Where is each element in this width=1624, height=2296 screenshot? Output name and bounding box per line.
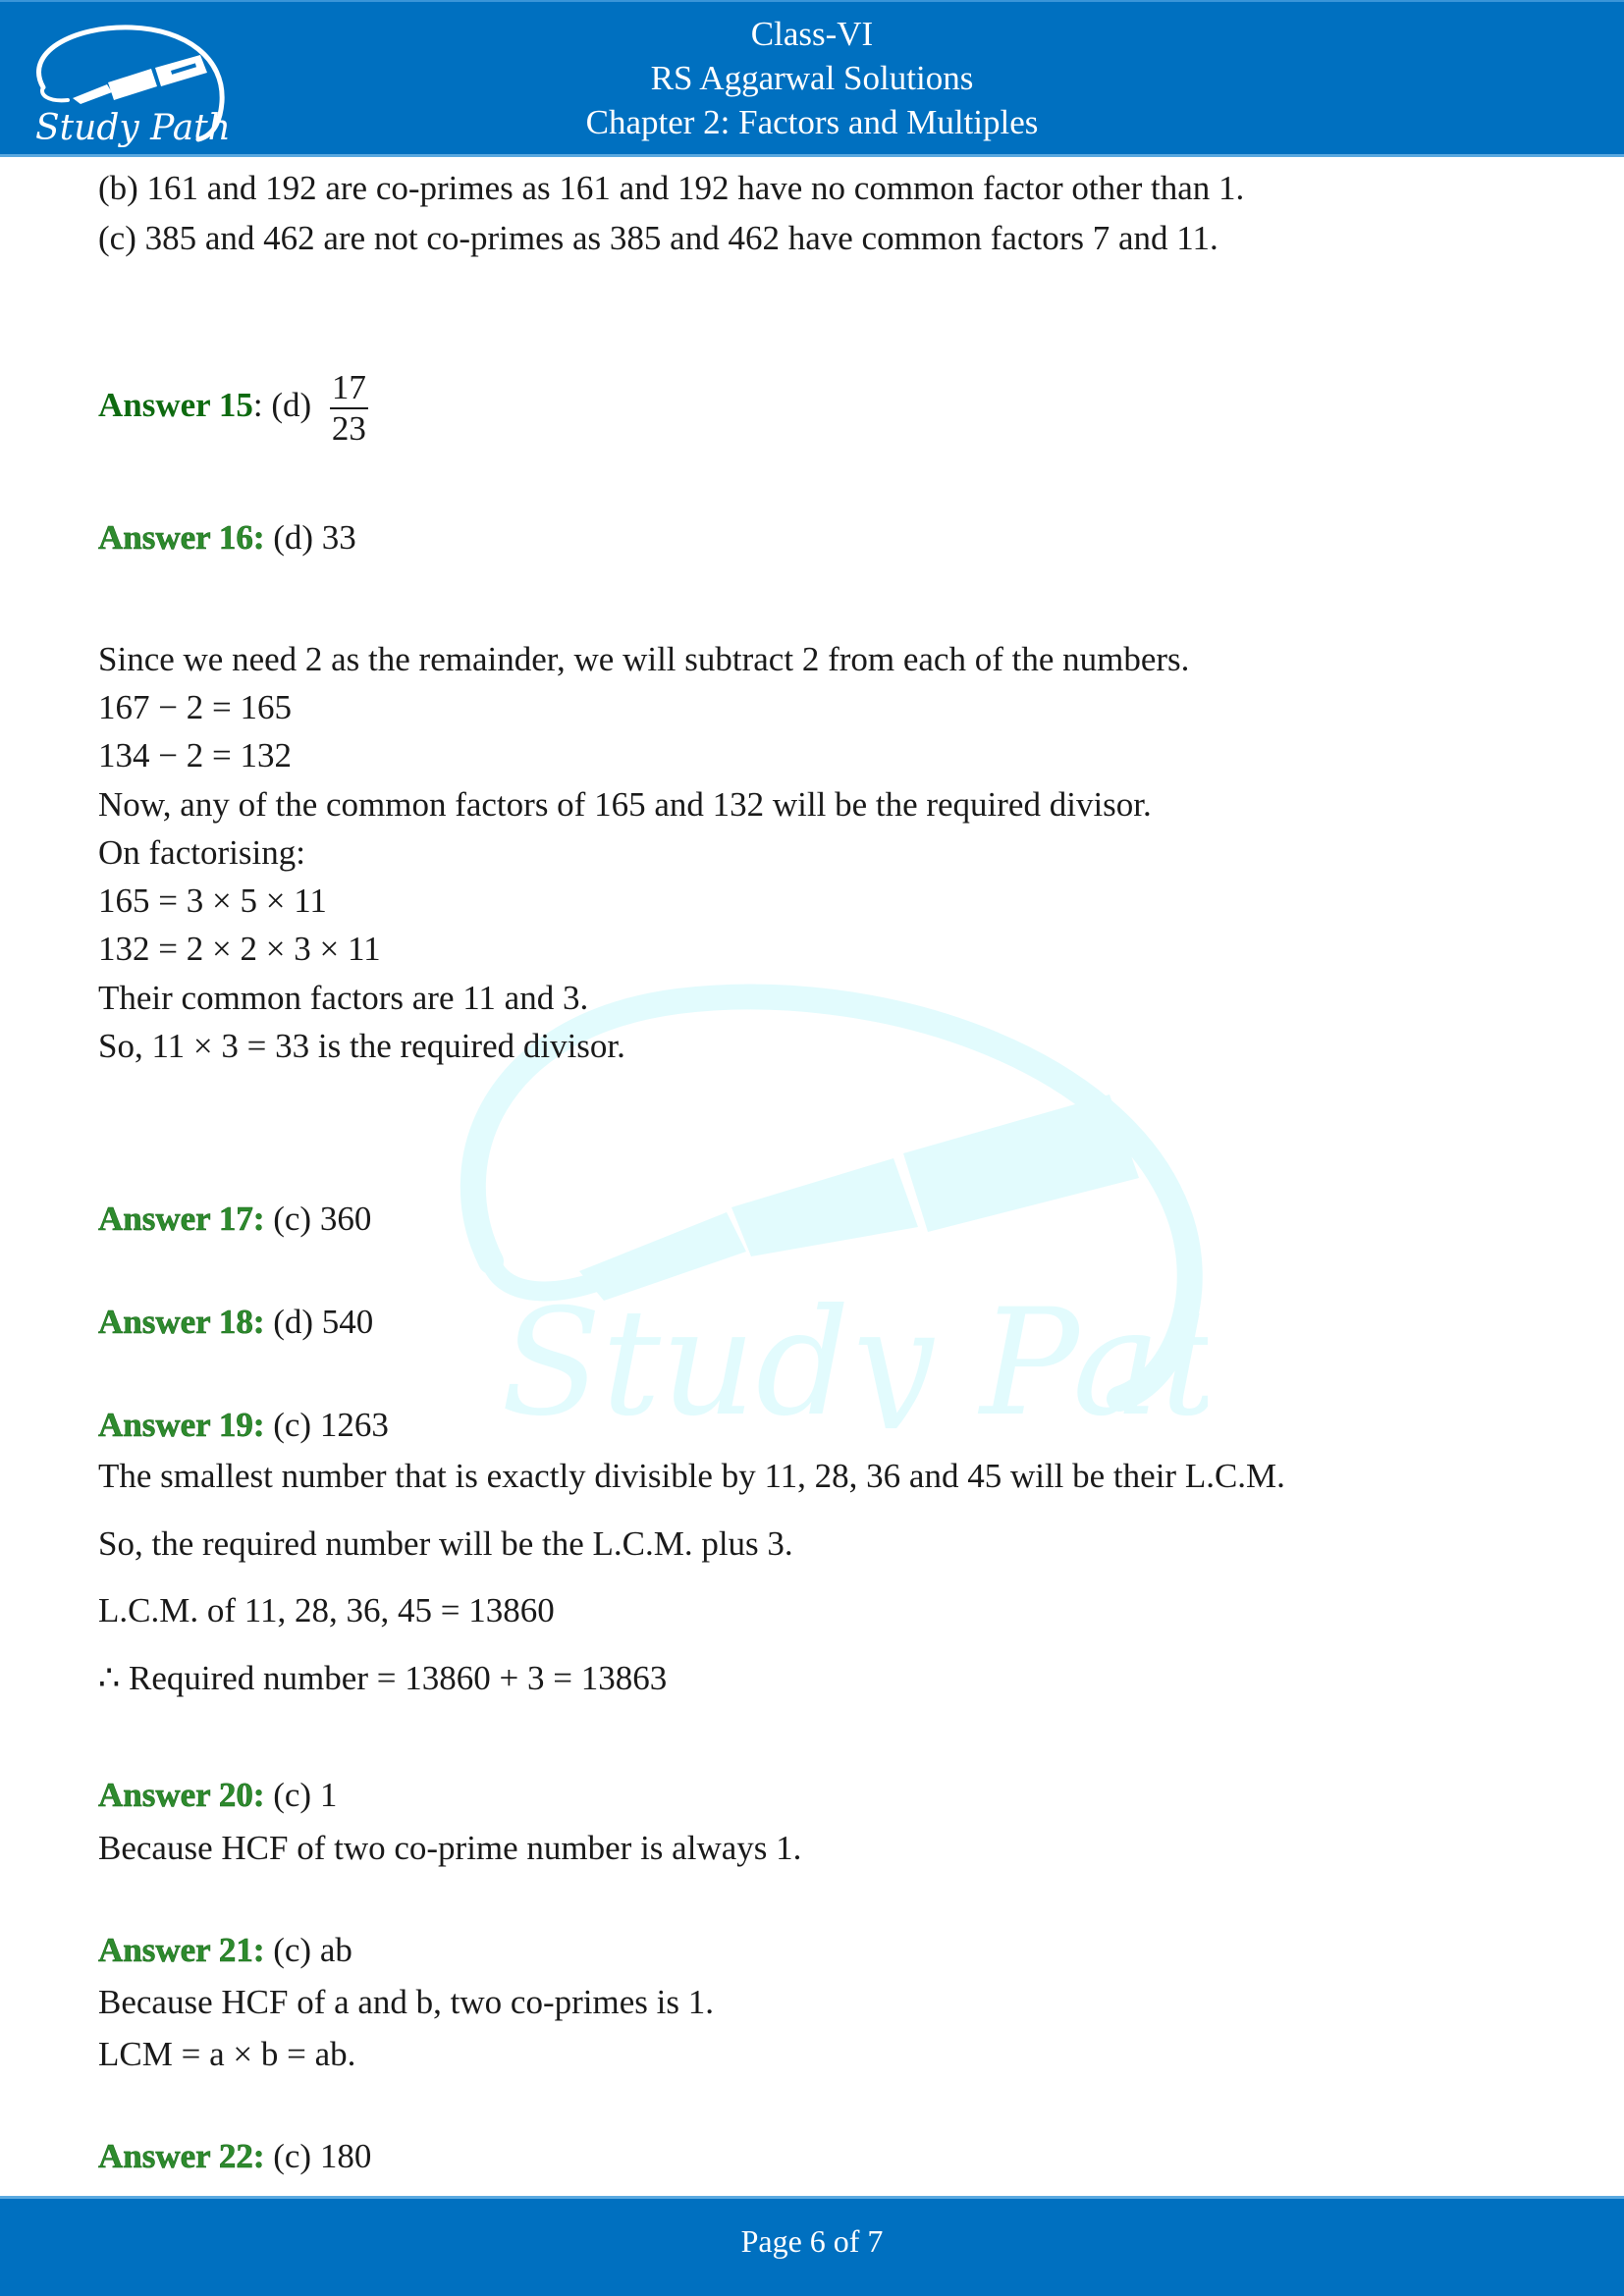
answer-21-explanation-line: LCM = a × b = ab.	[98, 2035, 356, 2073]
book-title: RS Aggarwal Solutions	[650, 59, 974, 97]
page-header: Study Path Class-VI RS Aggarwal Solution…	[0, 0, 1624, 157]
answer-18-label: Answer 18:	[98, 1303, 265, 1342]
answer-16-explanation-line: So, 11 × 3 = 33 is the required divisor.	[98, 1027, 625, 1065]
answer-15-separator: :	[252, 386, 263, 425]
answer-22: Answer 22: (c) 180	[98, 2137, 372, 2176]
answer-16-explanation-line: Now, any of the common factors of 165 an…	[98, 785, 1152, 824]
answer-20: Answer 20: (c) 1	[98, 1776, 338, 1815]
answer-16-explanation-line: 165 = 3 × 5 × 11	[98, 881, 327, 920]
answer-16-explanation-line: 132 = 2 × 2 × 3 × 11	[98, 930, 381, 968]
answer-15-fraction: 17 23	[329, 368, 368, 449]
continuation-line-c: (c) 385 and 462 are not co-primes as 385…	[98, 219, 1218, 257]
answer-19-value: (c) 1263	[264, 1406, 389, 1444]
answer-15: Answer 15: (d) 17 23	[98, 368, 368, 449]
answer-19: Answer 19: (c) 1263	[98, 1406, 389, 1445]
fraction-numerator: 17	[331, 368, 366, 406]
answer-21-explanation-line: Because HCF of a and b, two co-primes is…	[98, 1983, 714, 2021]
continuation-line-b: (b) 161 and 192 are co-primes as 161 and…	[98, 169, 1245, 207]
answer-16-explanation-line: 134 − 2 = 132	[98, 736, 292, 774]
page-number: Page 6 of 7	[740, 2223, 884, 2259]
svg-text:Study Path: Study Path	[501, 1278, 1208, 1428]
chapter-title: Chapter 2: Factors and Multiples	[585, 103, 1039, 141]
answer-20-explanation-line: Because HCF of two co-prime number is al…	[98, 1829, 802, 1867]
answer-20-label: Answer 20:	[98, 1776, 265, 1815]
answer-17: Answer 17: (c) 360	[98, 1200, 372, 1239]
answer-15-label: Answer 15	[98, 386, 253, 425]
answer-22-label: Answer 22:	[98, 2137, 265, 2176]
answer-16-explanation-line: Since we need 2 as the remainder, we wil…	[98, 640, 1190, 678]
answer-22-value: (c) 180	[264, 2137, 372, 2175]
answer-16-explanation-line: On factorising:	[98, 833, 305, 872]
answer-21: Answer 21: (c) ab	[98, 1931, 352, 1970]
answer-16: Answer 16: (d) 33	[98, 518, 356, 558]
class-label: Class-VI	[750, 15, 874, 53]
page-footer: Page 6 of 7	[0, 2196, 1624, 2296]
answer-16-explanation-line: 167 − 2 = 165	[98, 688, 292, 726]
answer-19-explanation-line: So, the required number will be the L.C.…	[98, 1524, 793, 1563]
answer-21-label: Answer 21:	[98, 1931, 265, 1970]
answer-19-explanation-line: L.C.M. of 11, 28, 36, 45 = 13860	[98, 1591, 555, 1629]
answer-16-explanation-line: Their common factors are 11 and 3.	[98, 979, 589, 1017]
answer-18-value: (d) 540	[264, 1303, 374, 1341]
answer-18: Answer 18: (d) 540	[98, 1303, 374, 1342]
answer-19-explanation-line: The smallest number that is exactly divi…	[98, 1457, 1285, 1495]
answer-19-explanation-line: ∴ Required number = 13860 + 3 = 13863	[98, 1659, 668, 1697]
answer-20-value: (c) 1	[264, 1776, 338, 1814]
answer-15-option: (d)	[262, 386, 312, 425]
fraction-denominator: 23	[329, 407, 368, 448]
answer-17-value: (c) 360	[264, 1200, 372, 1238]
answer-17-label: Answer 17:	[98, 1200, 265, 1239]
answer-16-label: Answer 16:	[98, 518, 265, 558]
answer-19-label: Answer 19:	[98, 1406, 265, 1445]
answer-21-value: (c) ab	[264, 1931, 352, 1969]
answer-16-value: (d) 33	[264, 518, 356, 557]
